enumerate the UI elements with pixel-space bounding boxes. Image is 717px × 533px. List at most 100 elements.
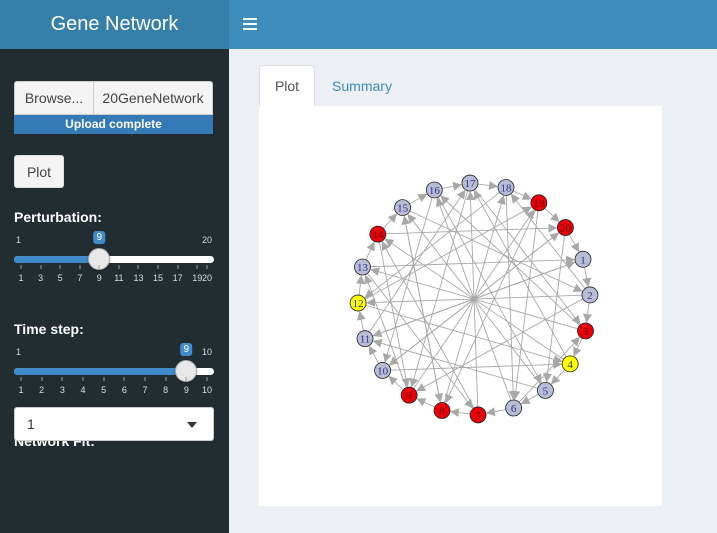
node-label: 15 xyxy=(397,203,409,215)
network-node: 14 xyxy=(369,225,387,243)
network-node: 10 xyxy=(374,362,391,379)
node-label: 19 xyxy=(533,198,545,210)
chevron-down-icon xyxy=(187,422,197,428)
slider-tick xyxy=(82,377,84,381)
slider-tick xyxy=(185,377,187,381)
slider-tick xyxy=(59,265,61,269)
node-label: 17 xyxy=(464,178,476,190)
network-node: 2 xyxy=(581,286,599,304)
network-node: 20 xyxy=(557,219,574,236)
slider-tick-label: 9 xyxy=(96,273,102,283)
slider-tick xyxy=(103,377,105,381)
slider-tick xyxy=(196,265,198,269)
node-label: 13 xyxy=(357,262,369,274)
node-label: 12 xyxy=(353,298,364,310)
slider-tick-label: 2 xyxy=(39,385,45,395)
network-edge xyxy=(520,393,539,405)
gene-network-graph: 1234567891011121314151617 181920 xyxy=(349,174,599,424)
slider-tick-label: 9 xyxy=(183,385,189,395)
slider-fill xyxy=(14,256,100,263)
slider-tick-label: 3 xyxy=(38,273,44,283)
slider-tick xyxy=(137,265,139,269)
slider-tick xyxy=(41,377,43,381)
slider-tick-label: 10 xyxy=(201,385,213,395)
slider-tick-label: 3 xyxy=(59,385,65,395)
network-edge xyxy=(582,267,592,288)
slider-tick-label: 8 xyxy=(163,385,169,395)
network-node: 12 xyxy=(349,294,367,312)
perturbation-label: Perturbation: xyxy=(14,209,102,225)
node-label: 16 xyxy=(429,185,441,197)
slider-value-badge: 9 xyxy=(93,231,106,244)
network-edge xyxy=(445,209,536,404)
slider-tick-label: 13 xyxy=(133,273,144,283)
slider-tick-label: 7 xyxy=(142,385,148,395)
network-edge xyxy=(388,375,404,391)
node-label: 18 xyxy=(500,182,512,194)
slider-max-label: 10 xyxy=(201,347,212,357)
slider-tick xyxy=(157,265,159,269)
slider-tick xyxy=(144,377,146,381)
slider-tick xyxy=(98,265,100,269)
slider-tick-label: 11 xyxy=(114,273,124,283)
network-edge xyxy=(437,196,542,384)
node-label: 6 xyxy=(511,403,517,415)
slider-tick-label: 7 xyxy=(77,273,83,283)
slider-tick xyxy=(165,377,167,381)
network-node: 8 xyxy=(433,402,451,419)
tab-plot[interactable]: Plot xyxy=(259,65,315,106)
node-label: 4 xyxy=(567,359,573,371)
browse-button[interactable]: Browse... xyxy=(14,81,94,115)
network-edge xyxy=(510,193,586,289)
upload-progress-bar: Upload complete xyxy=(14,115,213,134)
network-edge xyxy=(442,181,463,191)
network-node: 7 xyxy=(469,406,487,424)
network-edge xyxy=(477,180,499,190)
plot-button[interactable]: Plot xyxy=(14,155,64,188)
tab-summary[interactable]: Summary xyxy=(317,65,407,106)
slider-tick-label: 1 xyxy=(18,273,24,283)
plot-panel: 1 2 3 4 5 6 7 8 9 10 11 12 13 14 15 16 17 18 19 20 xyxy=(259,106,662,506)
network-fit-select[interactable]: 1 xyxy=(14,407,214,441)
node-label: 7 xyxy=(475,410,481,422)
network-edge xyxy=(356,310,366,331)
slider-tick-label: 5 xyxy=(57,273,63,283)
network-edge xyxy=(485,407,506,417)
node-label: 3 xyxy=(583,326,589,338)
slider-tick-label: 1 xyxy=(18,385,24,395)
file-name-field[interactable]: 20GeneNetwork xyxy=(94,81,213,115)
slider-min-label: 1 xyxy=(16,347,22,357)
slider-tick-label: 4 xyxy=(80,385,86,395)
slider-tick xyxy=(20,377,22,381)
node-label: 8 xyxy=(439,406,445,418)
time-step-slider[interactable]: 1 10 9 1 2 3 4 5 6 7 8 9 10 xyxy=(14,343,214,407)
network-edge xyxy=(583,302,593,324)
slider-tick xyxy=(40,265,42,269)
node-label: 10 xyxy=(377,365,389,377)
perturbation-slider[interactable]: 1 20 9 1 3 5 7 9 11 13 15 17 19 20 xyxy=(14,231,214,295)
network-edge xyxy=(355,274,365,296)
network-node: 18 xyxy=(497,179,515,196)
sidebar: Browse... 20GeneNetwork Upload complete … xyxy=(0,49,229,533)
network-edge xyxy=(568,234,580,253)
network-node: 13 xyxy=(354,258,371,276)
network-fit-value: 1 xyxy=(27,416,35,432)
hamburger-menu-icon[interactable] xyxy=(243,15,257,33)
network-edge xyxy=(382,213,398,229)
network-edge xyxy=(550,369,566,385)
time-step-label: Time step: xyxy=(14,321,84,337)
node-label: 14 xyxy=(372,229,384,241)
top-navbar xyxy=(229,0,717,49)
slider-tick-label: 20 xyxy=(201,273,213,283)
network-node: 11 xyxy=(356,330,374,348)
network-node: 3 xyxy=(577,322,594,340)
slider-tick xyxy=(79,265,81,269)
network-edge xyxy=(573,338,583,357)
network-node: 5 xyxy=(537,382,554,399)
slider-fill xyxy=(14,368,187,375)
slider-value-badge: 9 xyxy=(180,343,193,356)
node-label: 1 xyxy=(580,254,586,266)
network-edge xyxy=(409,193,428,205)
network-edge xyxy=(416,398,435,408)
slider-tick-label: 5 xyxy=(101,385,107,395)
